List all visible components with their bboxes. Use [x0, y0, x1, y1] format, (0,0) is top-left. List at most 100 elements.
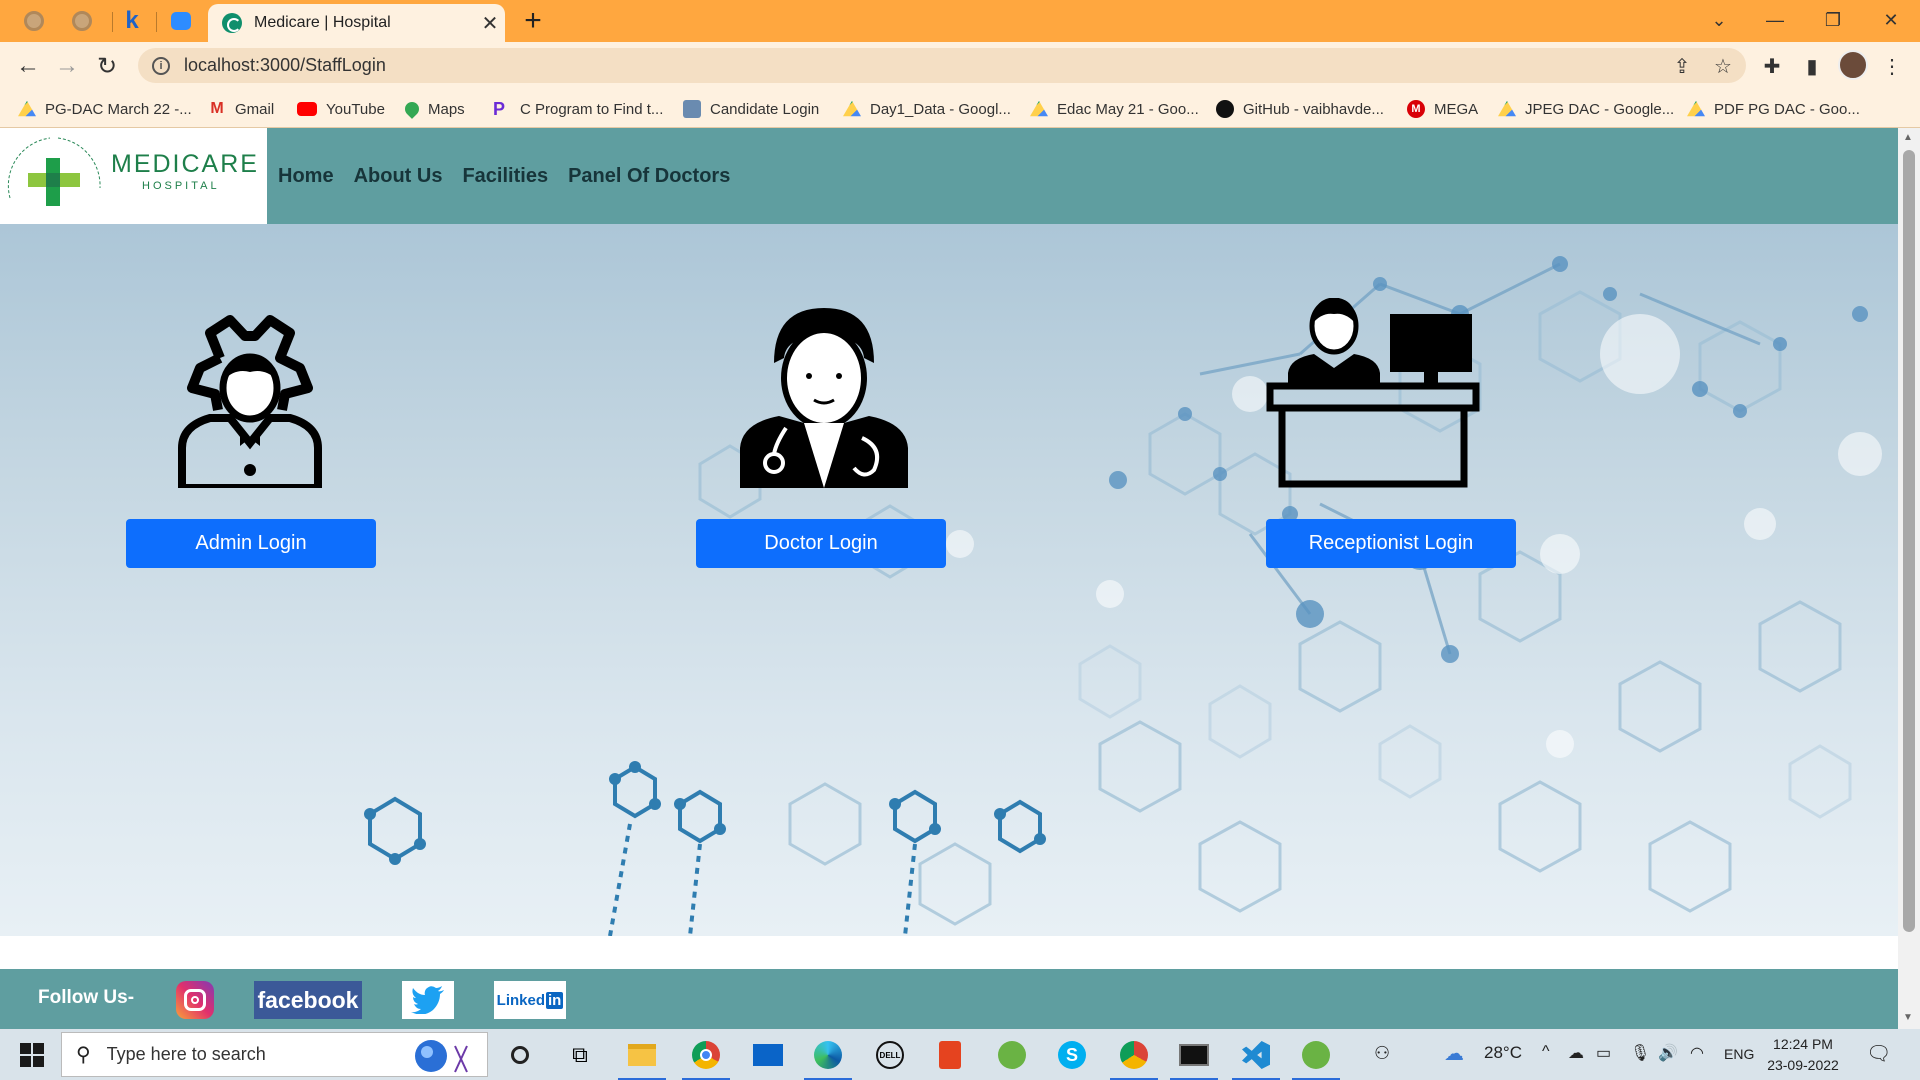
edge-icon[interactable] [804, 1037, 852, 1080]
minimize-icon[interactable]: — [1752, 4, 1798, 36]
forward-icon[interactable]: → [53, 52, 81, 80]
globe-icon [24, 11, 44, 31]
windows-taskbar: ⚲ Type here to search ⧉ DELL S ⚇ ☁ 28°C … [0, 1029, 1920, 1080]
onedrive-icon[interactable]: ☁ [1568, 1043, 1584, 1063]
logo[interactable]: MEDICARE HOSPITAL [0, 128, 267, 224]
bookmark-item[interactable]: Maps [402, 98, 465, 120]
file-explorer-icon[interactable] [618, 1037, 666, 1080]
nav-facilities[interactable]: Facilities [462, 165, 548, 188]
close-window-icon[interactable]: ✕ [1868, 4, 1914, 36]
bookmark-item[interactable]: M MEGA [1407, 98, 1478, 120]
restore-icon[interactable]: ❐ [1810, 4, 1856, 36]
linkedin-icon[interactable]: Linked in [494, 981, 566, 1019]
nav-panel-of-doctors[interactable]: Panel Of Doctors [568, 165, 730, 188]
address-bar[interactable]: i localhost:3000/StaffLogin [138, 48, 1746, 83]
back-icon[interactable]: ← [14, 52, 42, 80]
windows-start-icon[interactable] [20, 1043, 44, 1067]
vscode-icon[interactable] [1232, 1037, 1280, 1080]
instagram-icon[interactable] [176, 981, 214, 1019]
dell-icon[interactable]: DELL [872, 1037, 908, 1073]
bookmark-item[interactable]: Candidate Login [683, 98, 819, 120]
chrome-icon[interactable] [682, 1037, 730, 1080]
facebook-label: facebook [257, 986, 359, 1013]
bookmark-label: C Program to Find t... [520, 100, 664, 118]
volume-icon[interactable]: 🔊 [1658, 1043, 1678, 1063]
receptionist-login-button[interactable]: Receptionist Login [1266, 519, 1516, 568]
people-icon[interactable]: ⚇ [1374, 1043, 1390, 1064]
clock[interactable]: 12:24 PM 23-09-2022 [1763, 1034, 1843, 1076]
bookmark-label: Gmail [235, 100, 275, 118]
bookmark-label: Edac May 21 - Goo... [1057, 100, 1199, 118]
doctor-login-button[interactable]: Doctor Login [696, 519, 946, 568]
star-icon[interactable]: ☆ [1711, 54, 1735, 78]
admin-login-button[interactable]: Admin Login [126, 519, 376, 568]
extensions-icon[interactable]: ✚ [1760, 54, 1784, 78]
bookmark-item[interactable]: YouTube [297, 98, 385, 120]
pinned-tab[interactable] [16, 7, 52, 35]
close-tab-icon[interactable]: ✕ [475, 11, 505, 36]
active-tab[interactable]: Medicare | Hospital ✕ [208, 4, 505, 42]
share-icon[interactable]: ⇪ [1670, 54, 1694, 78]
bookmark-item[interactable]: M Gmail [208, 98, 274, 120]
notification-icon[interactable]: 🗨 [1866, 1041, 1891, 1066]
office-icon[interactable] [932, 1037, 968, 1073]
facebook-icon[interactable]: facebook [254, 981, 362, 1019]
google-drive-icon [18, 100, 36, 117]
bookmark-label: YouTube [326, 100, 385, 118]
microphone-icon[interactable]: 🎙 [1630, 1043, 1650, 1063]
nav-home[interactable]: Home [278, 165, 334, 188]
bookmark-item[interactable]: PG-DAC March 22 -... [18, 98, 192, 120]
main-nav: Home About Us Facilities Panel Of Doctor… [278, 128, 730, 224]
site-header: MEDICARE HOSPITAL Home About Us Faciliti… [0, 128, 1898, 224]
chrome-profile-icon[interactable] [1110, 1037, 1158, 1080]
avatar[interactable] [1838, 50, 1868, 80]
taskbar-search-input[interactable]: ⚲ Type here to search [61, 1032, 488, 1077]
bookmark-label: Maps [428, 100, 465, 118]
bookmark-label: PDF PG DAC - Goo... [1714, 100, 1860, 118]
pinned-tab[interactable] [64, 7, 100, 35]
maps-icon [402, 99, 422, 119]
menu-icon[interactable]: ⋮ [1880, 54, 1904, 78]
chevron-up-icon[interactable]: ^ [1542, 1043, 1550, 1061]
weather-icon[interactable]: ☁ [1444, 1041, 1464, 1066]
reload-icon[interactable]: ↻ [93, 52, 121, 80]
clock-time: 12:24 PM [1773, 1036, 1833, 1052]
bookmark-item[interactable]: P C Program to Find t... [493, 98, 663, 120]
browser-toolbar: ← → ↻ i localhost:3000/StaffLogin ⇪ ☆ ✚ … [0, 42, 1920, 89]
skype-icon[interactable]: S [1054, 1037, 1090, 1073]
nav-about-us[interactable]: About Us [354, 165, 443, 188]
bookmark-item[interactable]: Edac May 21 - Goo... [1030, 98, 1199, 120]
tab-separator [112, 12, 113, 32]
side-panel-icon[interactable]: ▮ [1800, 54, 1824, 78]
bookmark-item[interactable]: Day1_Data - Googl... [843, 98, 1011, 120]
wifi-icon[interactable]: ◠ [1690, 1043, 1704, 1063]
language-indicator[interactable]: ENG [1724, 1046, 1754, 1062]
pinned-tab[interactable] [163, 7, 199, 35]
scrollbar-thumb[interactable] [1903, 150, 1915, 932]
bookmark-item[interactable]: JPEG DAC - Google... [1498, 98, 1674, 120]
search-placeholder: Type here to search [106, 1044, 266, 1064]
pinned-tab[interactable]: k [114, 7, 150, 35]
admin-gear-person-icon [178, 315, 322, 488]
spring-tool-icon[interactable] [1292, 1037, 1340, 1080]
url-text[interactable]: localhost:3000/StaffLogin [184, 55, 386, 76]
tab-search-icon[interactable]: ⌄ [1696, 4, 1742, 36]
cortana-icon[interactable] [502, 1037, 538, 1073]
linkedin-label: Linked [496, 991, 545, 1009]
battery-icon[interactable]: ▭ [1596, 1043, 1611, 1063]
info-icon[interactable]: i [152, 56, 170, 75]
scroll-up-icon[interactable]: ▲ [1903, 132, 1913, 143]
weather-temp[interactable]: 28°C [1484, 1043, 1522, 1063]
task-view-icon[interactable]: ⧉ [562, 1037, 598, 1073]
bookmark-item[interactable]: GitHub - vaibhavde... [1216, 98, 1384, 120]
twitter-icon[interactable] [402, 981, 454, 1019]
scroll-down-icon[interactable]: ▼ [1903, 1012, 1913, 1023]
bookmark-item[interactable]: PDF PG DAC - Goo... [1687, 98, 1860, 120]
google-drive-icon [1498, 100, 1516, 117]
new-tab-icon[interactable]: + [518, 6, 548, 36]
spring-tool-icon[interactable] [994, 1037, 1030, 1073]
mail-icon[interactable] [750, 1037, 786, 1073]
page-scrollbar[interactable]: ▲ ▼ [1898, 128, 1920, 1029]
logo-cross-icon [7, 137, 101, 206]
terminal-icon[interactable] [1170, 1037, 1218, 1080]
